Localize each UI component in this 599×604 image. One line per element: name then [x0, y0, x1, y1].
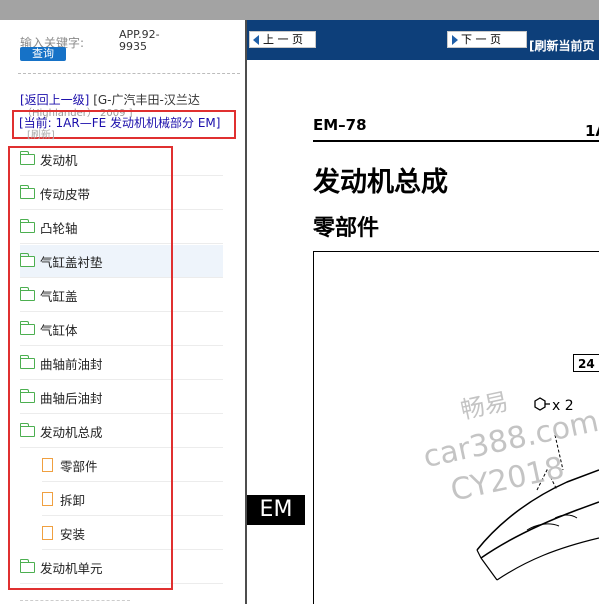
- refresh-link[interactable]: [刷新]: [27, 126, 55, 141]
- search-input[interactable]: APP.92-9935: [119, 29, 165, 53]
- prev-page-button[interactable]: 上 一 页: [249, 31, 316, 48]
- next-page-label: 下 一 页: [461, 32, 501, 46]
- top-strip: [0, 0, 599, 20]
- highlight-box-tree: [8, 146, 173, 590]
- header-rule: [313, 140, 599, 142]
- arrow-right-icon: [452, 34, 458, 45]
- document-page: EM–78 1A 发动机总成 零部件 EM 24 ( x 2 畅易 car388…: [247, 60, 599, 604]
- arrow-left-icon: [253, 34, 259, 45]
- document-title: 发动机总成: [313, 167, 448, 198]
- left-sidebar: 输入关键字: APP.92-9935 查询 [返回上一级] [G-广汽丰田-汉兰…: [0, 20, 245, 604]
- document-subtitle: 零部件: [313, 216, 380, 241]
- page-number: EM–78: [313, 116, 367, 134]
- page-number-right: 1A: [585, 122, 599, 140]
- torque-badge: 24 (: [573, 354, 599, 372]
- bolt-icon: [534, 397, 550, 411]
- toolbar: 上 一 页 下 一 页 [刷新当前页: [247, 20, 599, 60]
- separator: [18, 73, 240, 74]
- query-button[interactable]: 查询: [20, 47, 66, 61]
- section-tab: EM: [247, 495, 305, 525]
- prev-page-label: 上 一 页: [263, 32, 303, 46]
- separator: [20, 600, 130, 601]
- refresh-page-link[interactable]: [刷新当前页: [529, 37, 595, 54]
- next-page-button[interactable]: 下 一 页: [447, 31, 527, 48]
